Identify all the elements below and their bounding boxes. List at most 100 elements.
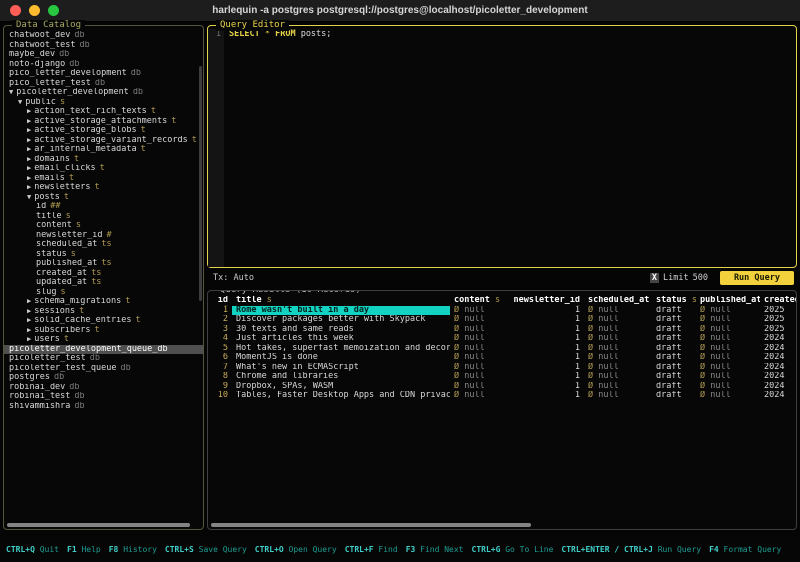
- chevron-right-icon[interactable]: ▶: [27, 183, 31, 193]
- tree-item[interactable]: ▶sessionst: [4, 307, 203, 317]
- run-query-button[interactable]: Run Query: [720, 271, 794, 285]
- table-cell-status[interactable]: draft: [652, 315, 696, 325]
- tree-item[interactable]: ▶emailst: [4, 174, 203, 184]
- table-cell-status[interactable]: draft: [652, 391, 696, 401]
- table-cell-newsletter_id[interactable]: 1: [504, 325, 584, 335]
- tree-item[interactable]: ▶userst: [4, 335, 203, 345]
- table-cell-scheduled_at[interactable]: Ø null: [584, 334, 652, 344]
- scrollbar-thumb[interactable]: [7, 523, 190, 527]
- table-cell-status[interactable]: draft: [652, 363, 696, 373]
- tree-item[interactable]: ▶active_storage_variant_recordst: [4, 136, 203, 146]
- table-cell-content[interactable]: Ø null: [450, 315, 504, 325]
- table-cell-status[interactable]: draft: [652, 344, 696, 354]
- code-editor[interactable]: 1 SELECT * FROM posts;: [208, 26, 796, 267]
- table-cell-created[interactable]: 2024: [760, 391, 796, 401]
- tree-item[interactable]: ▶newsletterst: [4, 183, 203, 193]
- table-cell-published_at[interactable]: Ø null: [696, 353, 760, 363]
- tree-item[interactable]: updated_atts: [4, 278, 203, 288]
- table-cell-content[interactable]: Ø null: [450, 363, 504, 373]
- chevron-right-icon[interactable]: ▶: [27, 174, 31, 184]
- tree-item[interactable]: chatwoot_testdb: [4, 41, 203, 51]
- tree-item[interactable]: ▼picoletter_developmentdb: [4, 88, 203, 98]
- footer-shortcut[interactable]: CTRL+G Go To Line: [472, 545, 554, 554]
- tree-item[interactable]: robinai_devdb: [4, 383, 203, 393]
- footer-shortcut[interactable]: F3 Find Next: [406, 545, 464, 554]
- limit-value-input[interactable]: 500: [693, 273, 708, 283]
- table-cell-content[interactable]: Ø null: [450, 344, 504, 354]
- tree-item[interactable]: newsletter_id#: [4, 231, 203, 241]
- chevron-right-icon[interactable]: ▶: [27, 326, 31, 336]
- tree-item[interactable]: ▶active_storage_blobst: [4, 126, 203, 136]
- tree-item[interactable]: scheduled_atts: [4, 240, 203, 250]
- table-cell-published_at[interactable]: Ø null: [696, 363, 760, 373]
- table-cell-status[interactable]: draft: [652, 325, 696, 335]
- tree-item[interactable]: picoletter_test_queuedb: [4, 364, 203, 374]
- table-cell-scheduled_at[interactable]: Ø null: [584, 344, 652, 354]
- chevron-down-icon[interactable]: ▼: [27, 193, 31, 203]
- tree-item[interactable]: id##: [4, 202, 203, 212]
- table-cell-id[interactable]: 1: [208, 306, 232, 316]
- chevron-right-icon[interactable]: ▶: [27, 117, 31, 127]
- tree-item[interactable]: chatwoot_devdb: [4, 31, 203, 41]
- table-cell-title[interactable]: Discover packages better with Skypack: [232, 315, 450, 325]
- table-cell-scheduled_at[interactable]: Ø null: [584, 306, 652, 316]
- table-cell-scheduled_at[interactable]: Ø null: [584, 315, 652, 325]
- table-cell-created[interactable]: 2024: [760, 334, 796, 344]
- table-cell-newsletter_id[interactable]: 1: [504, 382, 584, 392]
- tree-item[interactable]: robinai_testdb: [4, 392, 203, 402]
- footer-shortcut[interactable]: F1 Help: [67, 545, 101, 554]
- tree-item[interactable]: pico_letter_developmentdb: [4, 69, 203, 79]
- chevron-right-icon[interactable]: ▶: [27, 297, 31, 307]
- column-header-scheduled_at[interactable]: scheduled_at ts: [584, 296, 652, 306]
- table-cell-published_at[interactable]: Ø null: [696, 306, 760, 316]
- table-cell-published_at[interactable]: Ø null: [696, 334, 760, 344]
- table-cell-scheduled_at[interactable]: Ø null: [584, 391, 652, 401]
- table-cell-newsletter_id[interactable]: 1: [504, 315, 584, 325]
- table-cell-scheduled_at[interactable]: Ø null: [584, 325, 652, 335]
- column-header-newsletter_id[interactable]: newsletter_id #: [504, 296, 584, 306]
- code-line[interactable]: SELECT * FROM posts;: [224, 29, 331, 267]
- table-cell-published_at[interactable]: Ø null: [696, 315, 760, 325]
- chevron-right-icon[interactable]: ▶: [27, 126, 31, 136]
- tree-item[interactable]: ▶active_storage_attachmentst: [4, 117, 203, 127]
- table-cell-id[interactable]: 7: [208, 363, 232, 373]
- tree-item[interactable]: statuss: [4, 250, 203, 260]
- tree-item[interactable]: published_atts: [4, 259, 203, 269]
- column-header-id[interactable]: id #: [208, 296, 232, 306]
- footer-shortcut[interactable]: F8 History: [109, 545, 157, 554]
- table-cell-newsletter_id[interactable]: 1: [504, 344, 584, 354]
- table-cell-title[interactable]: Just articles this week: [232, 334, 450, 344]
- scrollbar-thumb[interactable]: [211, 523, 531, 527]
- table-cell-status[interactable]: draft: [652, 382, 696, 392]
- table-cell-created[interactable]: 2025: [760, 306, 796, 316]
- column-header-published_at[interactable]: published_at ts: [696, 296, 760, 306]
- table-cell-scheduled_at[interactable]: Ø null: [584, 363, 652, 373]
- results-horizontal-scrollbar[interactable]: [211, 523, 793, 527]
- table-cell-newsletter_id[interactable]: 1: [504, 353, 584, 363]
- tree-item[interactable]: picoletter_testdb: [4, 354, 203, 364]
- table-cell-newsletter_id[interactable]: 1: [504, 372, 584, 382]
- transaction-mode-toggle[interactable]: Tx: Auto: [213, 273, 254, 283]
- tree-item[interactable]: ▶solid_cache_entriest: [4, 316, 203, 326]
- table-cell-created[interactable]: 2024: [760, 372, 796, 382]
- table-cell-published_at[interactable]: Ø null: [696, 344, 760, 354]
- chevron-right-icon[interactable]: ▶: [27, 136, 31, 146]
- tree-item[interactable]: maybe_devdb: [4, 50, 203, 60]
- table-cell-created[interactable]: 2024: [760, 363, 796, 373]
- table-cell-id[interactable]: 3: [208, 325, 232, 335]
- scrollbar-thumb[interactable]: [199, 66, 202, 301]
- table-cell-content[interactable]: Ø null: [450, 325, 504, 335]
- table-cell-newsletter_id[interactable]: 1: [504, 334, 584, 344]
- limit-control[interactable]: X Limit 500: [650, 273, 708, 283]
- table-cell-title[interactable]: Hot takes, superfast memoization and dec…: [232, 344, 450, 354]
- footer-shortcut[interactable]: CTRL+ENTER / CTRL+J Run Query: [561, 545, 701, 554]
- footer-shortcut[interactable]: F4 Format Query: [709, 545, 781, 554]
- table-cell-newsletter_id[interactable]: 1: [504, 306, 584, 316]
- table-cell-id[interactable]: 6: [208, 353, 232, 363]
- table-cell-status[interactable]: draft: [652, 306, 696, 316]
- table-cell-id[interactable]: 8: [208, 372, 232, 382]
- catalog-horizontal-scrollbar[interactable]: [7, 523, 200, 527]
- tree-item[interactable]: slugs: [4, 288, 203, 298]
- table-cell-content[interactable]: Ø null: [450, 372, 504, 382]
- chevron-down-icon[interactable]: ▼: [18, 98, 22, 108]
